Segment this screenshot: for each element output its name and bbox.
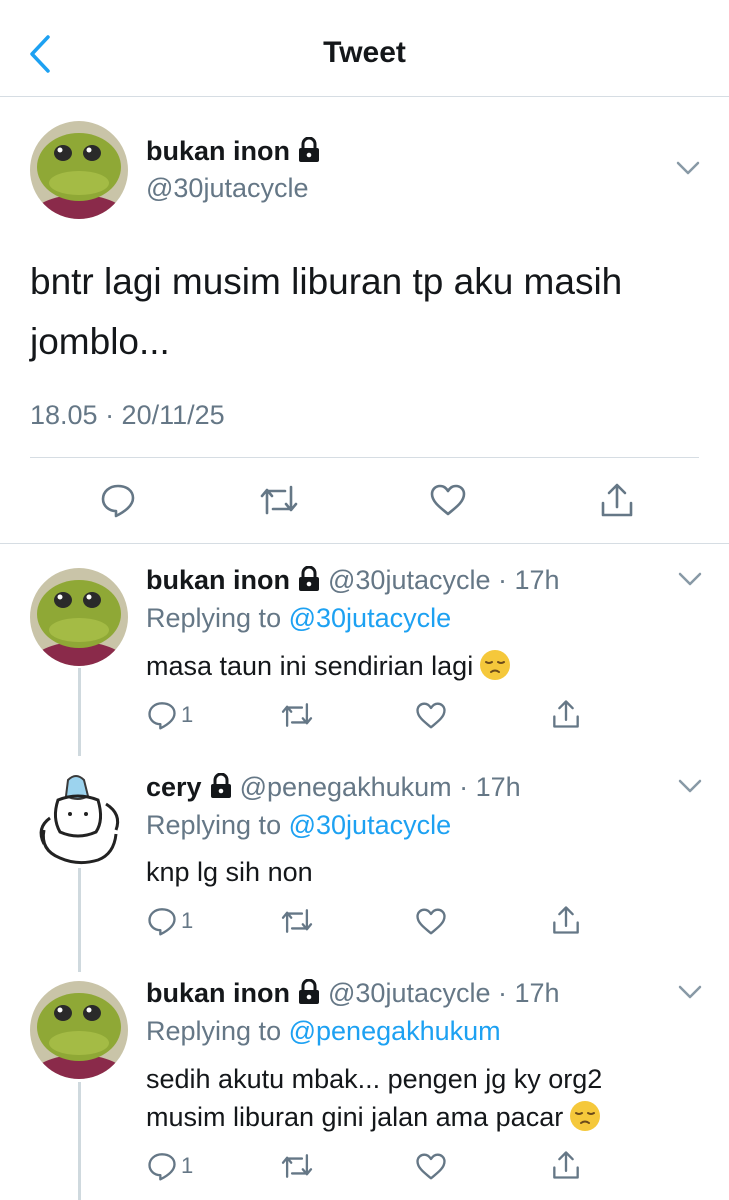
comment-icon — [101, 484, 135, 518]
retweet-button[interactable] — [280, 701, 314, 729]
thread-line — [78, 868, 81, 972]
display-name: bukan inon — [146, 136, 290, 166]
share-button[interactable] — [551, 904, 581, 936]
reply-count: 1 — [181, 908, 194, 933]
tweet-text: bntr lagi musim liburan tp aku masih jom… — [30, 261, 623, 362]
reply-text-content: masa taun ini sendirian lagi — [146, 651, 474, 681]
replying-prefix: Replying to — [146, 810, 282, 840]
retweet-button[interactable] — [280, 1152, 314, 1180]
reply-text: sedih akutu mbak... pengen jg ky org2 mu… — [146, 1060, 666, 1136]
heart-icon — [416, 1153, 446, 1180]
avatar[interactable] — [30, 770, 128, 868]
handle-and-time: @30jutacycle · 17h — [328, 565, 560, 595]
share-icon — [553, 700, 579, 728]
reply-text: knp lg sih non — [146, 857, 313, 887]
replying-to: Replying to @30jutacycle — [146, 603, 451, 634]
lock-icon — [299, 566, 319, 591]
chevron-down-icon[interactable] — [677, 984, 703, 1000]
display-name: bukan inon — [146, 978, 290, 1008]
frog-avatar-icon — [30, 121, 128, 219]
reply-button[interactable]: 1 — [147, 1151, 193, 1181]
share-button[interactable] — [551, 698, 581, 730]
reply-count: 1 — [181, 1153, 194, 1178]
comment-icon — [148, 702, 176, 730]
thread-line — [78, 1082, 81, 1200]
avatar[interactable] — [30, 121, 128, 219]
thread-line — [78, 668, 81, 756]
reply-count: 1 — [181, 702, 194, 727]
heart-icon — [416, 702, 446, 729]
reply-text-content: sedih akutu mbak... pengen jg ky org2 mu… — [146, 1064, 603, 1132]
share-icon — [553, 1151, 579, 1179]
reply-button[interactable]: 1 — [147, 906, 193, 936]
display-name: bukan inon — [146, 565, 290, 595]
retweet-icon — [281, 703, 313, 727]
replying-to: Replying to @30jutacycle — [146, 810, 451, 841]
avatar[interactable] — [30, 568, 128, 666]
author-handle[interactable]: @30jutacycle — [146, 173, 309, 204]
retweet-icon — [281, 1154, 313, 1178]
replying-to: Replying to @penegakhukum — [146, 1016, 501, 1047]
reply-text: masa taun ini sendirian lagi — [146, 647, 706, 685]
doodle-avatar-icon — [30, 770, 128, 868]
retweet-icon — [281, 909, 313, 933]
handle-and-time: @penegakhukum · 17h — [239, 772, 521, 802]
replying-prefix: Replying to — [146, 603, 282, 633]
pensive-face-icon — [480, 650, 511, 680]
divider — [30, 457, 699, 458]
share-button[interactable] — [595, 478, 639, 522]
retweet-button[interactable] — [257, 478, 301, 522]
reply-header[interactable]: bukan inon @30jutacycle · 17h — [146, 565, 560, 596]
like-button[interactable] — [415, 701, 447, 730]
top-nav-bar: Tweet — [0, 0, 729, 97]
share-icon — [601, 483, 633, 517]
comment-icon — [148, 908, 176, 936]
lock-icon — [299, 137, 319, 162]
comment-icon — [148, 1153, 176, 1181]
like-button[interactable] — [415, 1152, 447, 1181]
retweet-icon — [260, 485, 298, 515]
reply-header[interactable]: bukan inon @30jutacycle · 17h — [146, 978, 560, 1009]
frog-avatar-icon — [30, 981, 128, 1079]
reply-button[interactable]: 1 — [147, 700, 193, 730]
chevron-down-icon[interactable] — [675, 160, 701, 176]
display-name: cery — [146, 772, 202, 802]
replying-prefix: Replying to — [146, 1016, 282, 1046]
heart-icon — [430, 484, 466, 516]
replying-to-handle-link[interactable]: @penegakhukum — [289, 1016, 501, 1046]
retweet-button[interactable] — [280, 907, 314, 935]
author-name[interactable]: bukan inon — [146, 136, 320, 167]
reply-button[interactable] — [96, 478, 140, 522]
pensive-face-icon — [570, 1101, 601, 1131]
share-button[interactable] — [551, 1149, 581, 1181]
lock-icon — [299, 979, 319, 1004]
avatar[interactable] — [30, 981, 128, 1079]
lock-icon — [210, 773, 231, 798]
reply-header[interactable]: cery @penegakhukum · 17h — [146, 772, 521, 803]
replying-to-handle-link[interactable]: @30jutacycle — [289, 810, 452, 840]
heart-icon — [416, 908, 446, 935]
chevron-down-icon[interactable] — [677, 778, 703, 794]
share-icon — [553, 906, 579, 934]
replying-to-handle-link[interactable]: @30jutacycle — [289, 603, 452, 633]
divider — [0, 543, 729, 544]
frog-avatar-icon — [30, 568, 128, 666]
page-title: Tweet — [323, 36, 406, 69]
chevron-down-icon[interactable] — [677, 571, 703, 587]
like-button[interactable] — [426, 478, 470, 522]
handle-and-time: @30jutacycle · 17h — [328, 978, 560, 1008]
tweet-timestamp[interactable]: 18.05 · 20/11/25 — [30, 400, 225, 431]
like-button[interactable] — [415, 907, 447, 936]
